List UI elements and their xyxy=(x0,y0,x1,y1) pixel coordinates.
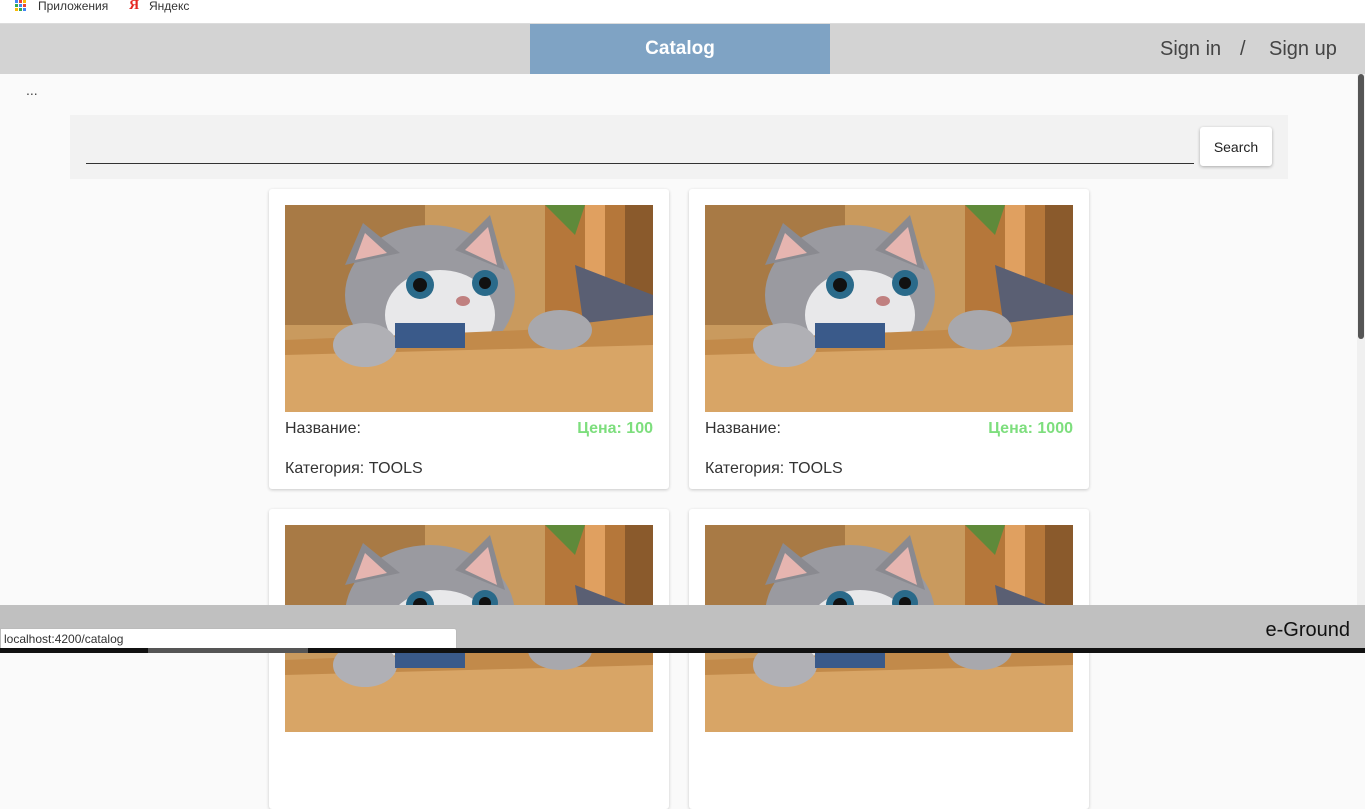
product-price: Цена: 100 xyxy=(577,420,653,437)
page-scrollbar[interactable] xyxy=(1357,74,1365,605)
yandex-logo-icon: Я xyxy=(129,0,140,13)
search-bar: Search xyxy=(70,115,1288,179)
search-input[interactable] xyxy=(86,139,1194,164)
footer-brand: e-Ground xyxy=(1265,619,1351,641)
product-category: Категория: TOOLS xyxy=(705,460,843,477)
breadcrumb[interactable]: ... xyxy=(26,82,38,98)
site-footer: localhost:4200/catalog e-Ground xyxy=(0,605,1365,653)
apps-grid-icon[interactable] xyxy=(15,0,27,11)
product-card[interactable]: Название: Цена: 100 Категория: TOOLS xyxy=(269,189,669,489)
bookmarks-bar: Приложения Я Яндекс xyxy=(0,0,1365,24)
product-card[interactable] xyxy=(269,509,669,809)
status-url: localhost:4200/catalog xyxy=(0,628,457,650)
product-card[interactable] xyxy=(689,509,1089,809)
product-image xyxy=(285,205,653,412)
product-category: Категория: TOOLS xyxy=(285,460,423,477)
sign-in-link[interactable]: Sign in xyxy=(1160,38,1221,61)
bookmark-apps[interactable]: Приложения xyxy=(38,0,108,13)
bookmark-yandex[interactable]: Яндекс xyxy=(149,0,189,13)
site-header: Catalog Sign in / Sign up xyxy=(0,24,1365,74)
catalog-tab[interactable]: Catalog xyxy=(530,24,830,74)
product-card[interactable]: Название: Цена: 1000 Категория: TOOLS xyxy=(689,189,1089,489)
product-name: Название: xyxy=(705,420,781,437)
product-price: Цена: 1000 xyxy=(988,420,1073,437)
product-image xyxy=(705,205,1073,412)
scrollbar-thumb[interactable] xyxy=(1358,74,1364,339)
sign-up-link[interactable]: Sign up xyxy=(1269,38,1337,61)
taskbar-strip xyxy=(0,648,1365,653)
auth-separator: / xyxy=(1240,38,1246,60)
search-button[interactable]: Search xyxy=(1200,127,1272,166)
product-name: Название: xyxy=(285,420,361,437)
